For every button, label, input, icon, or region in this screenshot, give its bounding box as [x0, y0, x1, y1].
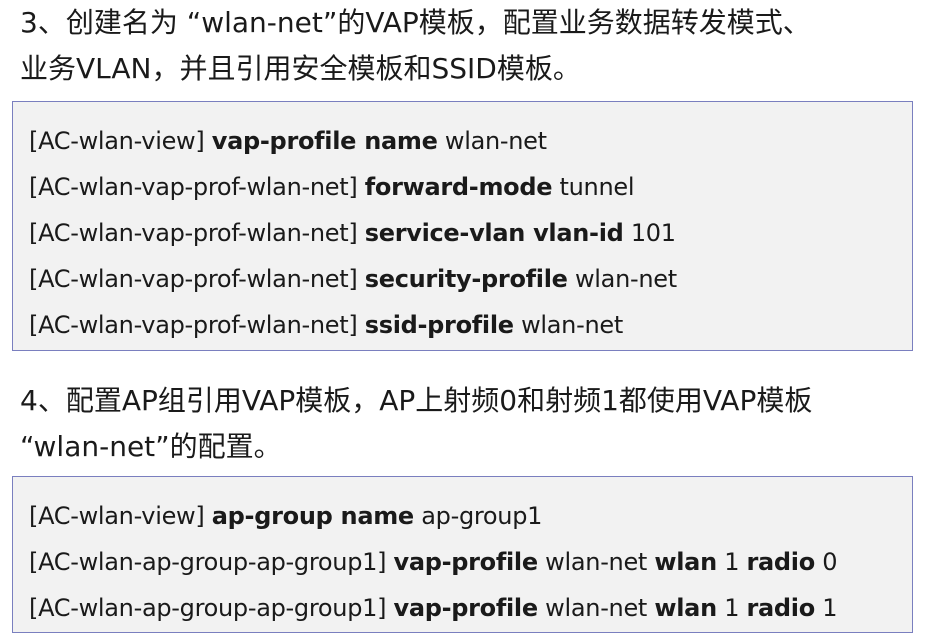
command-prompt: [AC-wlan-ap-group-ap-group1] [29, 594, 394, 622]
command-keyword: wlan [654, 594, 717, 622]
command-line: [AC-wlan-view] ap-group name ap-group1 [29, 493, 912, 539]
command-keyword: vap-profile [393, 594, 538, 622]
command-prompt: [AC-wlan-vap-prof-wlan-net] [29, 265, 365, 293]
command-line: [AC-wlan-view] vap-profile name wlan-net [29, 118, 912, 164]
command-keyword: radio [746, 548, 816, 576]
command-argument: 1 [814, 594, 838, 622]
command-prompt: [AC-wlan-ap-group-ap-group1] [29, 548, 394, 576]
command-argument: tunnel [552, 173, 635, 201]
command-line: [AC-wlan-vap-prof-wlan-net] ssid-profile… [29, 302, 912, 348]
command-line: [AC-wlan-ap-group-ap-group1] vap-profile… [29, 539, 912, 585]
command-prompt: [AC-wlan-vap-prof-wlan-net] [29, 311, 365, 339]
command-keyword: service-vlan vlan-id [364, 219, 624, 247]
command-prompt: [AC-wlan-view] [29, 127, 212, 155]
section-4-heading: 4、配置AP组引用VAP模板，AP上射频0和射频1都使用VAP模板 “wlan-… [20, 378, 913, 470]
command-prompt: [AC-wlan-vap-prof-wlan-net] [29, 219, 365, 247]
command-line: [AC-wlan-vap-prof-wlan-net] forward-mode… [29, 164, 912, 210]
command-argument: ap-group1 [413, 502, 543, 530]
command-argument: wlan-net [537, 594, 655, 622]
command-keyword: ap-group name [211, 502, 414, 530]
command-prompt: [AC-wlan-vap-prof-wlan-net] [29, 173, 365, 201]
section-3-heading: 3、创建名为 “wlan-net”的VAP模板，配置业务数据转发模式、 业务VL… [20, 0, 913, 92]
section-3-code-block: [AC-wlan-view] vap-profile name wlan-net… [12, 101, 913, 351]
command-argument: 101 [623, 219, 676, 247]
section-4-title-line-1: 4、配置AP组引用VAP模板，AP上射频0和射频1都使用VAP模板 [20, 384, 813, 417]
command-keyword: wlan [654, 548, 717, 576]
section-4-title-line-2: “wlan-net”的配置。 [20, 430, 282, 463]
command-keyword: radio [746, 594, 816, 622]
command-line: [AC-wlan-vap-prof-wlan-net] service-vlan… [29, 210, 912, 256]
command-argument: wlan-net [437, 127, 547, 155]
section-4-code-block: [AC-wlan-view] ap-group name ap-group1 [A… [12, 476, 913, 633]
command-keyword: vap-profile name [211, 127, 438, 155]
section-3-title-line-2: 业务VLAN，并且引用安全模板和SSID模板。 [20, 52, 581, 85]
command-keyword: forward-mode [364, 173, 553, 201]
command-keyword: vap-profile [393, 548, 538, 576]
command-line: [AC-wlan-vap-prof-wlan-net] security-pro… [29, 256, 912, 302]
command-argument: 1 [716, 548, 747, 576]
command-argument: 1 [716, 594, 747, 622]
command-line: [AC-wlan-ap-group-ap-group1] vap-profile… [29, 585, 912, 631]
command-argument: 0 [814, 548, 838, 576]
command-prompt: [AC-wlan-view] [29, 502, 212, 530]
command-keyword: security-profile [364, 265, 568, 293]
command-argument: wlan-net [567, 265, 677, 293]
command-keyword: ssid-profile [364, 311, 514, 339]
command-argument: wlan-net [513, 311, 623, 339]
command-argument: wlan-net [537, 548, 655, 576]
section-3-title-line-1: 3、创建名为 “wlan-net”的VAP模板，配置业务数据转发模式、 [20, 6, 811, 39]
